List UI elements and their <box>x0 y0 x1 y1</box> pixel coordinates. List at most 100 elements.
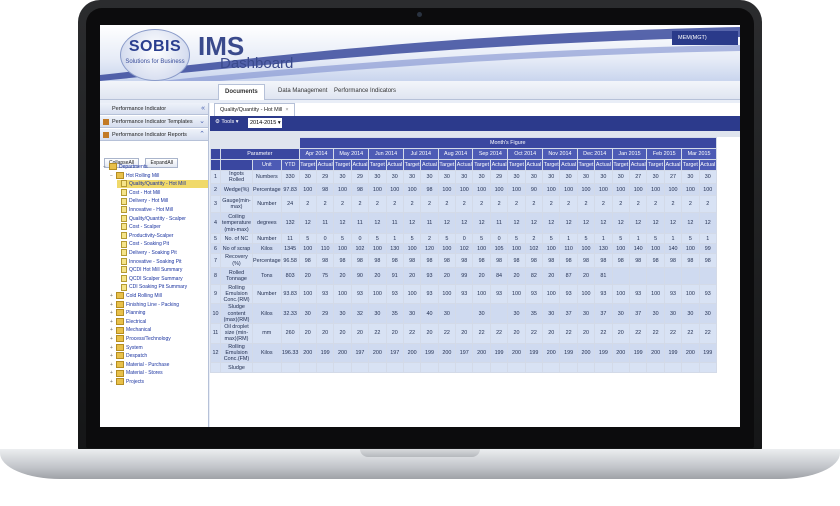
value-cell[interactable]: 11 <box>315 212 335 235</box>
value-cell[interactable]: 100 <box>507 243 526 255</box>
value-cell[interactable]: 12 <box>455 212 474 235</box>
value-cell[interactable]: 30 <box>611 303 631 325</box>
value-cell[interactable]: 197 <box>385 342 404 364</box>
value-cell[interactable]: 5 <box>542 233 561 245</box>
value-cell[interactable] <box>681 362 700 374</box>
value-cell[interactable]: 2 <box>315 195 335 214</box>
value-cell[interactable]: 87 <box>559 266 578 285</box>
value-cell[interactable]: 30 <box>542 169 561 185</box>
value-cell[interactable]: 32 <box>350 303 370 325</box>
value-cell[interactable]: 100 <box>681 243 700 255</box>
value-cell[interactable]: 2 <box>698 195 717 214</box>
value-cell[interactable]: 197 <box>350 342 370 364</box>
value-cell[interactable]: 200 <box>542 342 561 364</box>
tree-item[interactable]: Productivity-Scalper <box>117 231 173 240</box>
value-cell[interactable]: 98 <box>542 253 561 268</box>
value-cell[interactable]: 140 <box>663 243 683 255</box>
value-cell[interactable]: 2 <box>542 195 561 214</box>
value-cell[interactable]: 130 <box>385 243 404 255</box>
value-cell[interactable]: 98 <box>628 253 648 268</box>
value-cell[interactable]: 37 <box>594 303 613 325</box>
value-cell[interactable]: 98 <box>472 253 491 268</box>
value-cell[interactable]: 30 <box>576 169 596 185</box>
value-cell[interactable]: 12 <box>507 212 526 235</box>
value-cell[interactable] <box>437 362 457 374</box>
value-cell[interactable]: 2 <box>333 195 352 214</box>
value-cell[interactable]: 30 <box>698 303 717 325</box>
value-cell[interactable]: 1 <box>594 233 613 245</box>
value-cell[interactable]: 27 <box>663 169 683 185</box>
value-cell[interactable]: 98 <box>420 253 439 268</box>
value-cell[interactable]: 98 <box>559 253 578 268</box>
tree-folder[interactable]: + Mechanical <box>110 326 151 334</box>
value-cell[interactable]: 98 <box>333 253 352 268</box>
value-cell[interactable]: 199 <box>698 342 717 364</box>
value-cell[interactable]: 12 <box>628 212 648 235</box>
tree-item[interactable]: Innovative - Soaking Pit <box>117 257 182 266</box>
value-cell[interactable]: 2 <box>472 195 491 214</box>
value-cell[interactable]: 12 <box>681 212 700 235</box>
value-cell[interactable]: 98 <box>594 253 613 268</box>
tab-documents[interactable]: Documents <box>218 84 265 100</box>
value-cell[interactable]: 93 <box>385 283 404 305</box>
value-cell[interactable]: 199 <box>628 342 648 364</box>
value-cell[interactable]: 30 <box>681 169 700 185</box>
value-cell[interactable]: 22 <box>646 323 665 344</box>
value-cell[interactable]: 22 <box>698 323 717 344</box>
table-row[interactable]: 1 Ingots Rolled Numbers 330 30 29 30 29 30 30 30 30… <box>210 169 717 185</box>
value-cell[interactable]: 2 <box>646 195 665 214</box>
tree-folder[interactable]: + Finishing Line - Packing <box>110 300 179 309</box>
value-cell[interactable]: 197 <box>455 342 474 364</box>
value-cell[interactable]: 99 <box>698 243 717 255</box>
value-cell[interactable]: 2 <box>350 195 370 214</box>
value-cell[interactable] <box>402 362 422 374</box>
value-cell[interactable]: 22 <box>524 323 544 344</box>
tree-item[interactable]: QCDI Scalper Summary <box>117 274 183 283</box>
value-cell[interactable]: 93 <box>559 283 578 305</box>
value-cell[interactable]: 30 <box>333 303 352 325</box>
value-cell[interactable]: 84 <box>489 266 509 285</box>
value-cell[interactable]: 2 <box>489 195 509 214</box>
value-cell[interactable]: 98 <box>663 253 683 268</box>
value-cell[interactable]: 98 <box>646 253 665 268</box>
value-cell[interactable]: 12 <box>402 212 422 235</box>
value-cell[interactable]: 100 <box>333 283 352 305</box>
table-row[interactable]: 6 No of scrap Kilos 1345 100 110 100 102 100 130 1… <box>210 243 717 255</box>
value-cell[interactable]: 98 <box>402 253 422 268</box>
table-row[interactable]: 3 Gauge(min-max) Number 24 2 2 2 2 2 2 2 2 2 2 2 2 2 2 2 2 2… <box>210 195 717 214</box>
value-cell[interactable]: 30 <box>455 169 474 185</box>
value-cell[interactable]: 100 <box>385 183 404 197</box>
value-cell[interactable]: 200 <box>646 342 665 364</box>
value-cell[interactable]: 93 <box>489 283 509 305</box>
tree-folder[interactable]: + Electrical <box>110 317 146 326</box>
value-cell[interactable] <box>524 362 544 374</box>
value-cell[interactable]: 100 <box>646 283 665 305</box>
value-cell[interactable]: 12 <box>611 212 631 235</box>
value-cell[interactable]: 20 <box>437 266 457 285</box>
value-cell[interactable]: 199 <box>594 342 613 364</box>
value-cell[interactable] <box>298 362 317 374</box>
value-cell[interactable]: 22 <box>594 323 613 344</box>
value-cell[interactable] <box>663 362 683 374</box>
value-cell[interactable]: 98 <box>681 253 700 268</box>
value-cell[interactable]: 5 <box>402 233 422 245</box>
value-cell[interactable]: 5 <box>507 233 526 245</box>
value-cell[interactable]: 30 <box>594 169 613 185</box>
value-cell[interactable]: 100 <box>472 183 491 197</box>
expand-all-button[interactable]: ExpandAll <box>145 158 178 168</box>
value-cell[interactable]: 100 <box>611 243 631 255</box>
value-cell[interactable]: 30 <box>298 169 317 185</box>
value-cell[interactable]: 100 <box>646 183 665 197</box>
value-cell[interactable]: 100 <box>298 243 317 255</box>
value-cell[interactable]: 5 <box>298 233 317 245</box>
value-cell[interactable]: 75 <box>315 266 335 285</box>
section-pi-templates[interactable]: Performance Indicator Templates ⌄ <box>100 116 208 128</box>
value-cell[interactable]: 5 <box>333 233 352 245</box>
value-cell[interactable]: 0 <box>350 233 370 245</box>
value-cell[interactable]: 93 <box>350 283 370 305</box>
table-row[interactable]: 5 No. of NC Number 11 5 0 5 0 5 1 5 2 5 0 5 0 5 2 5 1 5 1 5 1 5 1… <box>210 233 717 245</box>
value-cell[interactable]: 100 <box>437 183 457 197</box>
value-cell[interactable]: 102 <box>455 243 474 255</box>
section-performance-indicator[interactable]: Performance Indicator « <box>100 103 208 115</box>
tree-item[interactable]: Quality/Quantity - Scalper <box>117 214 186 223</box>
